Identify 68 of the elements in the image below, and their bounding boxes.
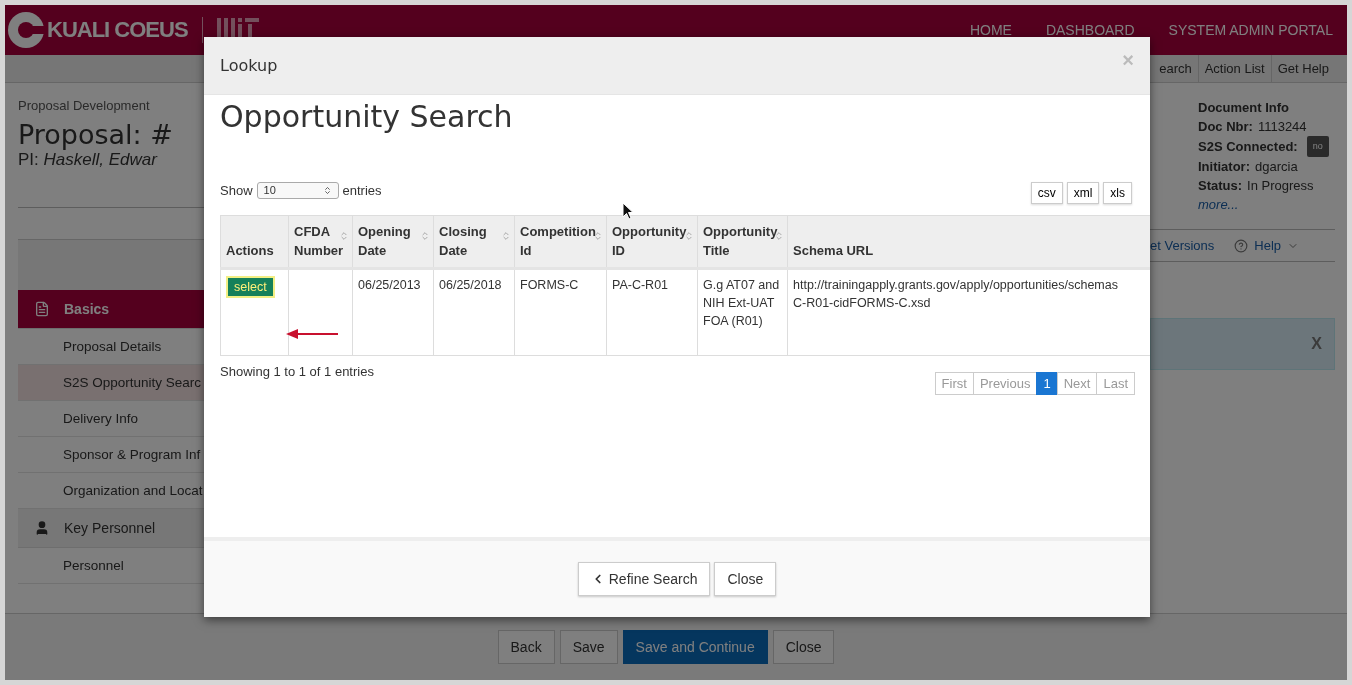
page-link[interactable]: 1 [1036, 372, 1058, 395]
help-icon [1234, 238, 1249, 253]
select-button[interactable]: select [226, 276, 275, 298]
help-link[interactable]: Help [1254, 238, 1282, 253]
pi-name: PI: Haskell, Edwar [18, 150, 159, 170]
dropdown-arrows-icon [322, 185, 332, 195]
table-cell: 06/25/2013 [352, 268, 434, 356]
info-value: dgarcia [1255, 158, 1298, 176]
entries-label: entries [342, 182, 382, 198]
table-cell: FORMS-C [514, 268, 607, 356]
entries-select[interactable]: 10 [256, 181, 339, 199]
url-text: C-R01-cidFORMS-C.xsd [793, 295, 932, 312]
info-label: Doc Nbr: [1198, 118, 1253, 136]
proposal-title: Proposal: # [18, 119, 174, 150]
url-text: http://trainingapply.grants.gov/apply/opportunities/schemas [793, 277, 1119, 294]
info-label: Status: [1198, 177, 1243, 195]
info-label: S2S Connected: [1198, 138, 1298, 156]
column-header[interactable]: Opening Date [352, 215, 434, 269]
close-icon[interactable]: X [1311, 335, 1322, 353]
column-header: Schema URL [787, 215, 1150, 269]
document-info-title: Document Info [1198, 99, 1290, 117]
export-button[interactable]: xls [1103, 182, 1132, 204]
arrow-annotation [286, 329, 338, 339]
toolbar-link[interactable]: Get Help [1270, 55, 1335, 82]
sort-icon [420, 231, 430, 241]
column-header[interactable]: Opportunity Title [697, 215, 788, 269]
cursor-icon [622, 202, 634, 220]
dialog-title: Lookup [220, 56, 278, 75]
versions-link[interactable]: et Versions [1150, 238, 1215, 253]
person-icon [34, 520, 50, 536]
refine-search-button[interactable]: Refine Search [577, 562, 711, 596]
info-value: 1113244 [1257, 118, 1307, 136]
sidebar-section[interactable]: Key Personnel [18, 509, 204, 548]
status-badge: no [1306, 136, 1329, 157]
table-cell: G.g AT07 and NIH Ext-UAT FOA (R01) [697, 268, 788, 356]
toolbar-link[interactable]: earch [1153, 55, 1198, 82]
footer-button[interactable]: Back [497, 630, 555, 664]
column-header: Actions [220, 215, 289, 269]
nav-link[interactable]: SYSTEM ADMIN PORTAL [1168, 22, 1333, 38]
entries-info: Showing 1 to 1 of 1 entries [220, 364, 374, 381]
module-name: Proposal Development [18, 98, 151, 113]
page-heading: Opportunity Search [220, 99, 514, 134]
table-cell: 06/25/2018 [433, 268, 515, 356]
close-button[interactable]: Close [714, 562, 777, 596]
document-icon [34, 301, 50, 317]
more-link[interactable]: more... [1198, 197, 1239, 212]
info-value: In Progress [1247, 177, 1314, 195]
toolbar-link[interactable]: Action List [1197, 55, 1271, 82]
table-cell: PA-C-R01 [606, 268, 698, 356]
show-label: Show [220, 182, 253, 198]
footer-button[interactable]: Close [772, 630, 835, 664]
sort-icon [593, 231, 603, 241]
sort-icon [339, 231, 349, 241]
export-button[interactable]: xml [1066, 182, 1100, 204]
column-header[interactable]: Competition Id [514, 215, 607, 269]
nav-link[interactable]: DASHBOARD [1045, 22, 1135, 38]
brand-name: KUALI COEUS [47, 17, 188, 43]
column-header[interactable]: Closing Date [433, 215, 515, 269]
column-header[interactable]: Opportunity ID [606, 215, 698, 269]
sidebar-section[interactable]: Basics [18, 290, 204, 329]
column-header[interactable]: CFDA Number [288, 215, 353, 269]
export-button[interactable]: csv [1030, 182, 1063, 204]
info-label: Initiator: [1198, 158, 1250, 176]
nav-link[interactable]: HOME [969, 22, 1012, 38]
footer-button[interactable]: Save [559, 630, 618, 664]
sort-icon [501, 231, 511, 241]
sidebar-item[interactable]: S2S Opportunity Searc [18, 365, 204, 401]
primary-button[interactable]: Save and Continue [622, 630, 768, 664]
